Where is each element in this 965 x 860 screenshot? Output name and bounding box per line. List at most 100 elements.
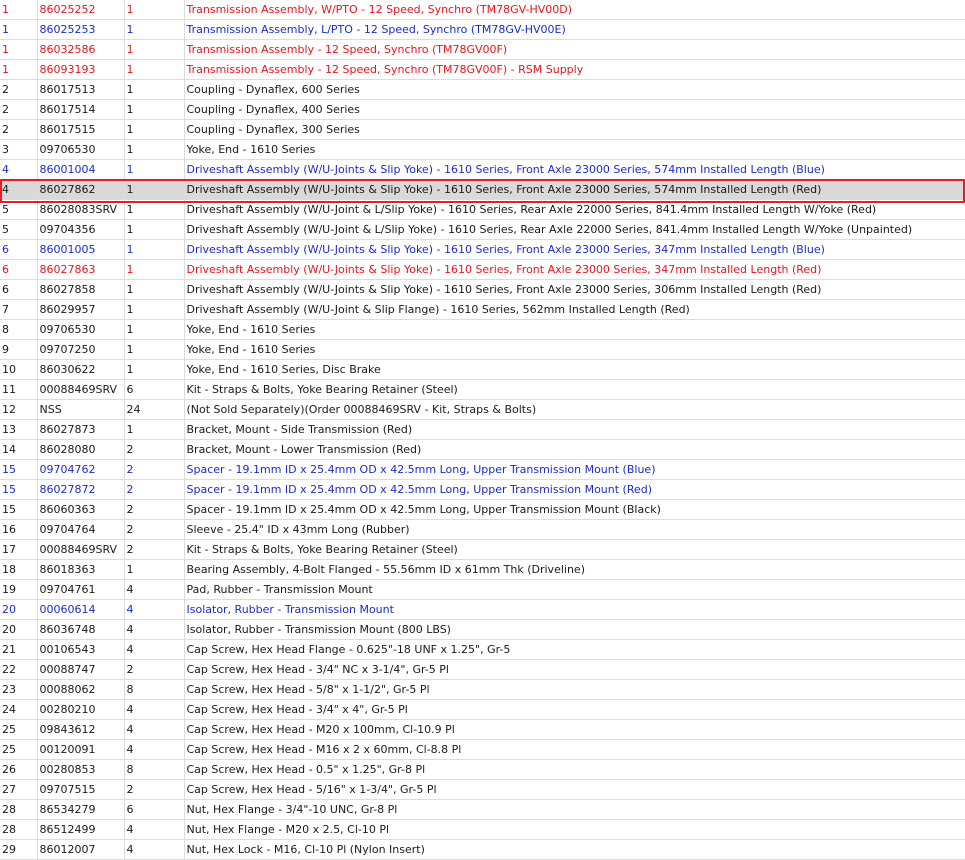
ref-number-cell: 5	[0, 199, 38, 220]
table-row[interactable]: 16 09704764 2 Sleeve - 25.4" ID x 43mm Long…	[0, 519, 965, 540]
ref-number-cell: 7	[0, 299, 38, 320]
table-row[interactable]: 14 86028080 2 Bracket, Mount - Lower Transm…	[0, 439, 965, 460]
table-row[interactable]: 28 86534279 6 Nut, Hex Flange - 3/4"-10 UNC…	[0, 799, 965, 820]
table-row[interactable]: 28 86512499 4 Nut, Hex Flange - M20 x 2.5, …	[0, 819, 965, 840]
quantity-cell: 1	[124, 559, 185, 580]
description-cell: Kit - Straps & Bolts, Yoke Bearing Retai…	[184, 539, 965, 560]
table-row[interactable]: 25 00120091 4 Cap Screw, Hex Head - M16 x 2…	[0, 739, 965, 760]
table-row[interactable]: 2 86017513 1 Coupling - Dynaflex, 600 Serie…	[0, 79, 965, 100]
description-cell: Yoke, End - 1610 Series	[184, 319, 965, 340]
part-number-cell: 00280210	[37, 699, 125, 720]
part-number-cell: 86060363	[37, 499, 125, 520]
part-number-cell: 00088469SRV	[37, 379, 125, 400]
description-cell: Cap Screw, Hex Head - 3/4" NC x 3-1/4", …	[184, 659, 965, 680]
quantity-cell: 1	[124, 199, 185, 220]
table-row[interactable]: 23 00088062 8 Cap Screw, Hex Head - 5/8" x …	[0, 679, 965, 700]
table-row[interactable]: 10 86030622 1 Yoke, End - 1610 Series, Disc…	[0, 359, 965, 380]
quantity-cell: 1	[124, 179, 185, 200]
table-row[interactable]: 13 86027873 1 Bracket, Mount - Side Transmi…	[0, 419, 965, 440]
table-row[interactable]: 6 86027863 1 Driveshaft Assembly (W/U-Joint…	[0, 259, 965, 280]
table-row[interactable]: 6 86001005 1 Driveshaft Assembly (W/U-Joint…	[0, 239, 965, 260]
table-row[interactable]: 4 86001004 1 Driveshaft Assembly (W/U-Joint…	[0, 159, 965, 180]
part-number-cell: 09704762	[37, 459, 125, 480]
table-row[interactable]: 2 86017514 1 Coupling - Dynaflex, 400 Serie…	[0, 99, 965, 120]
description-cell: Pad, Rubber - Transmission Mount	[184, 579, 965, 600]
table-row[interactable]: 17 00088469SRV 2 Kit - Straps & Bolts, Yoke…	[0, 539, 965, 560]
ref-number-cell: 15	[0, 479, 38, 500]
table-row[interactable]: 21 00106543 4 Cap Screw, Hex Head Flange - …	[0, 639, 965, 660]
ref-number-cell: 3	[0, 139, 38, 160]
table-row[interactable]: 22 00088747 2 Cap Screw, Hex Head - 3/4" NC…	[0, 659, 965, 680]
description-cell: Cap Screw, Hex Head - 0.5" x 1.25", Gr-8…	[184, 759, 965, 780]
part-number-cell: 86032586	[37, 39, 125, 60]
table-row[interactable]: 15 86027872 2 Spacer - 19.1mm ID x 25.4mm O…	[0, 479, 965, 500]
description-cell: Kit - Straps & Bolts, Yoke Bearing Retai…	[184, 379, 965, 400]
table-row[interactable]: 5 09704356 1 Driveshaft Assembly (W/U-Joint…	[0, 219, 965, 240]
quantity-cell: 1	[124, 259, 185, 280]
table-row[interactable]: 15 86060363 2 Spacer - 19.1mm ID x 25.4mm O…	[0, 499, 965, 520]
table-row[interactable]: 24 00280210 4 Cap Screw, Hex Head - 3/4" x …	[0, 699, 965, 720]
quantity-cell: 8	[124, 759, 185, 780]
part-number-cell: 86030622	[37, 359, 125, 380]
ref-number-cell: 6	[0, 259, 38, 280]
part-number-cell: 86017515	[37, 119, 125, 140]
table-row[interactable]: 1 86032586 1 Transmission Assembly - 12 Spe…	[0, 39, 965, 60]
table-row[interactable]: 9 09707250 1 Yoke, End - 1610 Series	[0, 339, 965, 360]
description-cell: Driveshaft Assembly (W/U-Joints & Slip Y…	[184, 159, 965, 180]
part-number-cell: 86093193	[37, 59, 125, 80]
table-row[interactable]: 7 86029957 1 Driveshaft Assembly (W/U-Joint…	[0, 299, 965, 320]
table-row[interactable]: 2 86017515 1 Coupling - Dynaflex, 300 Serie…	[0, 119, 965, 140]
table-row[interactable]: 8 09706530 1 Yoke, End - 1610 Series	[0, 319, 965, 340]
ref-number-cell: 27	[0, 779, 38, 800]
description-cell: Transmission Assembly - 12 Speed, Synchr…	[184, 39, 965, 60]
table-row[interactable]: 25 09843612 4 Cap Screw, Hex Head - M20 x 1…	[0, 719, 965, 740]
ref-number-cell: 22	[0, 659, 38, 680]
description-cell: Isolator, Rubber - Transmission Mount (8…	[184, 619, 965, 640]
ref-number-cell: 6	[0, 279, 38, 300]
quantity-cell: 1	[124, 139, 185, 160]
table-row[interactable]: 27 09707515 2 Cap Screw, Hex Head - 5/16" x…	[0, 779, 965, 800]
ref-number-cell: 2	[0, 99, 38, 120]
table-row[interactable]: 12 NSS 24 (Not Sold Separately)(Order 00088…	[0, 399, 965, 420]
ref-number-cell: 1	[0, 19, 38, 40]
part-number-cell: 09707250	[37, 339, 125, 360]
ref-number-cell: 11	[0, 379, 38, 400]
description-cell: Coupling - Dynaflex, 400 Series	[184, 99, 965, 120]
quantity-cell: 6	[124, 379, 185, 400]
quantity-cell: 4	[124, 819, 185, 840]
quantity-cell: 1	[124, 319, 185, 340]
ref-number-cell: 13	[0, 419, 38, 440]
description-cell: Spacer - 19.1mm ID x 25.4mm OD x 42.5mm …	[184, 459, 965, 480]
description-cell: Driveshaft Assembly (W/U-Joint & L/Slip …	[184, 199, 965, 220]
part-number-cell: 09704356	[37, 219, 125, 240]
table-row[interactable]: 1 86093193 1 Transmission Assembly - 12 Spe…	[0, 59, 965, 80]
ref-number-cell: 5	[0, 219, 38, 240]
table-row[interactable]: 5 86028083SRV 1 Driveshaft Assembly (W/U-Jo…	[0, 199, 965, 220]
description-cell: Bracket, Mount - Side Transmission (Red)	[184, 419, 965, 440]
part-number-cell: 09843612	[37, 719, 125, 740]
table-row[interactable]: 1 86025252 1 Transmission Assembly, W/PTO -…	[0, 0, 965, 20]
description-cell: Driveshaft Assembly (W/U-Joints & Slip Y…	[184, 179, 965, 200]
table-row[interactable]: 6 86027858 1 Driveshaft Assembly (W/U-Joint…	[0, 279, 965, 300]
part-number-cell: 86029957	[37, 299, 125, 320]
description-cell: Transmission Assembly, W/PTO - 12 Speed,…	[184, 0, 965, 20]
table-row[interactable]: 15 09704762 2 Spacer - 19.1mm ID x 25.4mm O…	[0, 459, 965, 480]
part-number-cell: 00088747	[37, 659, 125, 680]
table-row[interactable]: 3 09706530 1 Yoke, End - 1610 Series	[0, 139, 965, 160]
table-row[interactable]: 20 86036748 4 Isolator, Rubber - Transmissi…	[0, 619, 965, 640]
description-cell: Driveshaft Assembly (W/U-Joints & Slip Y…	[184, 259, 965, 280]
table-row[interactable]: 26 00280853 8 Cap Screw, Hex Head - 0.5" x …	[0, 759, 965, 780]
part-number-cell: 86512499	[37, 819, 125, 840]
description-cell: Cap Screw, Hex Head - M20 x 100mm, Cl-10…	[184, 719, 965, 740]
part-number-cell: 86017513	[37, 79, 125, 100]
ref-number-cell: 12	[0, 399, 38, 420]
table-row[interactable]: 20 00060614 4 Isolator, Rubber - Transmissi…	[0, 599, 965, 620]
table-row[interactable]: 11 00088469SRV 6 Kit - Straps & Bolts, Yoke…	[0, 379, 965, 400]
table-row[interactable]: 4 86027862 1 Driveshaft Assembly (W/U-Joint…	[0, 179, 965, 200]
table-row[interactable]: 19 09704761 4 Pad, Rubber - Transmission Mo…	[0, 579, 965, 600]
ref-number-cell: 23	[0, 679, 38, 700]
table-row[interactable]: 18 86018363 1 Bearing Assembly, 4-Bolt Flan…	[0, 559, 965, 580]
part-number-cell: 00060614	[37, 599, 125, 620]
table-row[interactable]: 1 86025253 1 Transmission Assembly, L/PTO -…	[0, 19, 965, 40]
quantity-cell: 1	[124, 19, 185, 40]
